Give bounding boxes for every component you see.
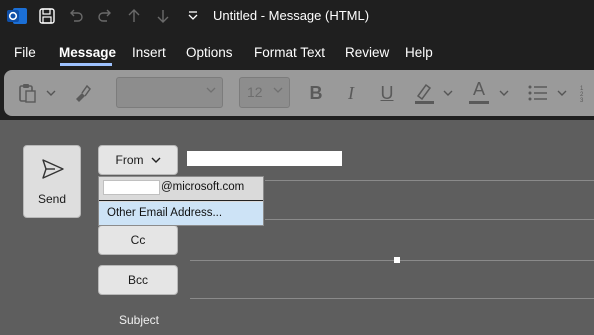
tab-options[interactable]: Options — [186, 45, 233, 60]
ribbon: 12 B I U A 123 — [4, 70, 594, 116]
font-name-dropdown[interactable] — [116, 77, 223, 108]
paste-chevron-down-icon[interactable] — [45, 86, 57, 100]
other-email-label: Other Email Address... — [107, 207, 223, 219]
numbering-icon[interactable]: 123 — [580, 80, 594, 106]
active-tab-indicator — [60, 63, 112, 66]
redo-icon[interactable] — [95, 6, 115, 26]
subject-label: Subject — [118, 313, 160, 327]
send-icon — [42, 159, 64, 179]
underline-button[interactable]: U — [375, 80, 399, 106]
paste-icon[interactable] — [16, 81, 40, 105]
bcc-button[interactable]: Bcc — [98, 265, 178, 295]
down-arrow-icon[interactable] — [153, 6, 173, 26]
up-arrow-icon[interactable] — [124, 6, 144, 26]
undo-icon[interactable] — [66, 6, 86, 26]
title-bar: Untitled - Message (HTML) — [0, 0, 594, 32]
font-color-chevron-down-icon[interactable] — [498, 86, 510, 100]
from-button[interactable]: From — [98, 145, 178, 175]
chevron-down-icon — [273, 87, 283, 93]
to-field-line-2 — [265, 219, 594, 220]
tab-help[interactable]: Help — [405, 45, 433, 60]
tab-file[interactable]: File — [14, 45, 36, 60]
from-address-field[interactable] — [187, 151, 342, 166]
font-size-value: 12 — [247, 84, 263, 100]
menu-divider — [99, 200, 263, 201]
highlight-icon[interactable] — [411, 80, 437, 106]
customize-quick-access-icon[interactable] — [183, 6, 203, 26]
tab-review[interactable]: Review — [345, 45, 389, 60]
window-title: Untitled - Message (HTML) — [213, 8, 370, 23]
font-color-button[interactable]: A — [466, 78, 492, 106]
cc-label: Cc — [130, 233, 146, 247]
chevron-down-icon — [206, 87, 216, 93]
tab-message[interactable]: Message — [59, 45, 116, 60]
italic-button[interactable]: I — [339, 80, 363, 106]
account-name-redacted — [103, 180, 160, 195]
from-dropdown-menu: @microsoft.com Other Email Address... — [98, 176, 264, 226]
account-option[interactable]: @microsoft.com — [99, 177, 263, 199]
from-label: From — [115, 153, 144, 167]
chevron-down-icon — [151, 157, 160, 163]
svg-text:3: 3 — [580, 98, 584, 103]
font-color-swatch — [469, 101, 489, 104]
cc-button[interactable]: Cc — [98, 225, 178, 255]
bcc-field-line — [190, 298, 594, 299]
send-label: Send — [37, 192, 67, 206]
other-email-option[interactable]: Other Email Address... — [99, 202, 263, 225]
font-color-label: A — [472, 79, 485, 99]
bullets-chevron-down-icon[interactable] — [556, 86, 568, 100]
to-field-line — [265, 180, 594, 181]
highlight-chevron-down-icon[interactable] — [442, 86, 454, 100]
tab-format-text[interactable]: Format Text — [254, 45, 325, 60]
send-button[interactable]: Send — [23, 145, 81, 218]
cc-field-line — [190, 260, 594, 261]
bcc-label: Bcc — [127, 273, 148, 287]
outlook-icon — [7, 8, 27, 24]
bullets-icon[interactable] — [526, 80, 550, 106]
save-icon[interactable] — [37, 6, 57, 26]
resize-handle[interactable] — [394, 257, 400, 263]
bold-button[interactable]: B — [304, 80, 328, 106]
tab-insert[interactable]: Insert — [132, 45, 166, 60]
format-painter-icon[interactable] — [70, 81, 94, 105]
font-size-dropdown[interactable]: 12 — [239, 77, 290, 108]
account-domain: @microsoft.com — [161, 181, 245, 193]
